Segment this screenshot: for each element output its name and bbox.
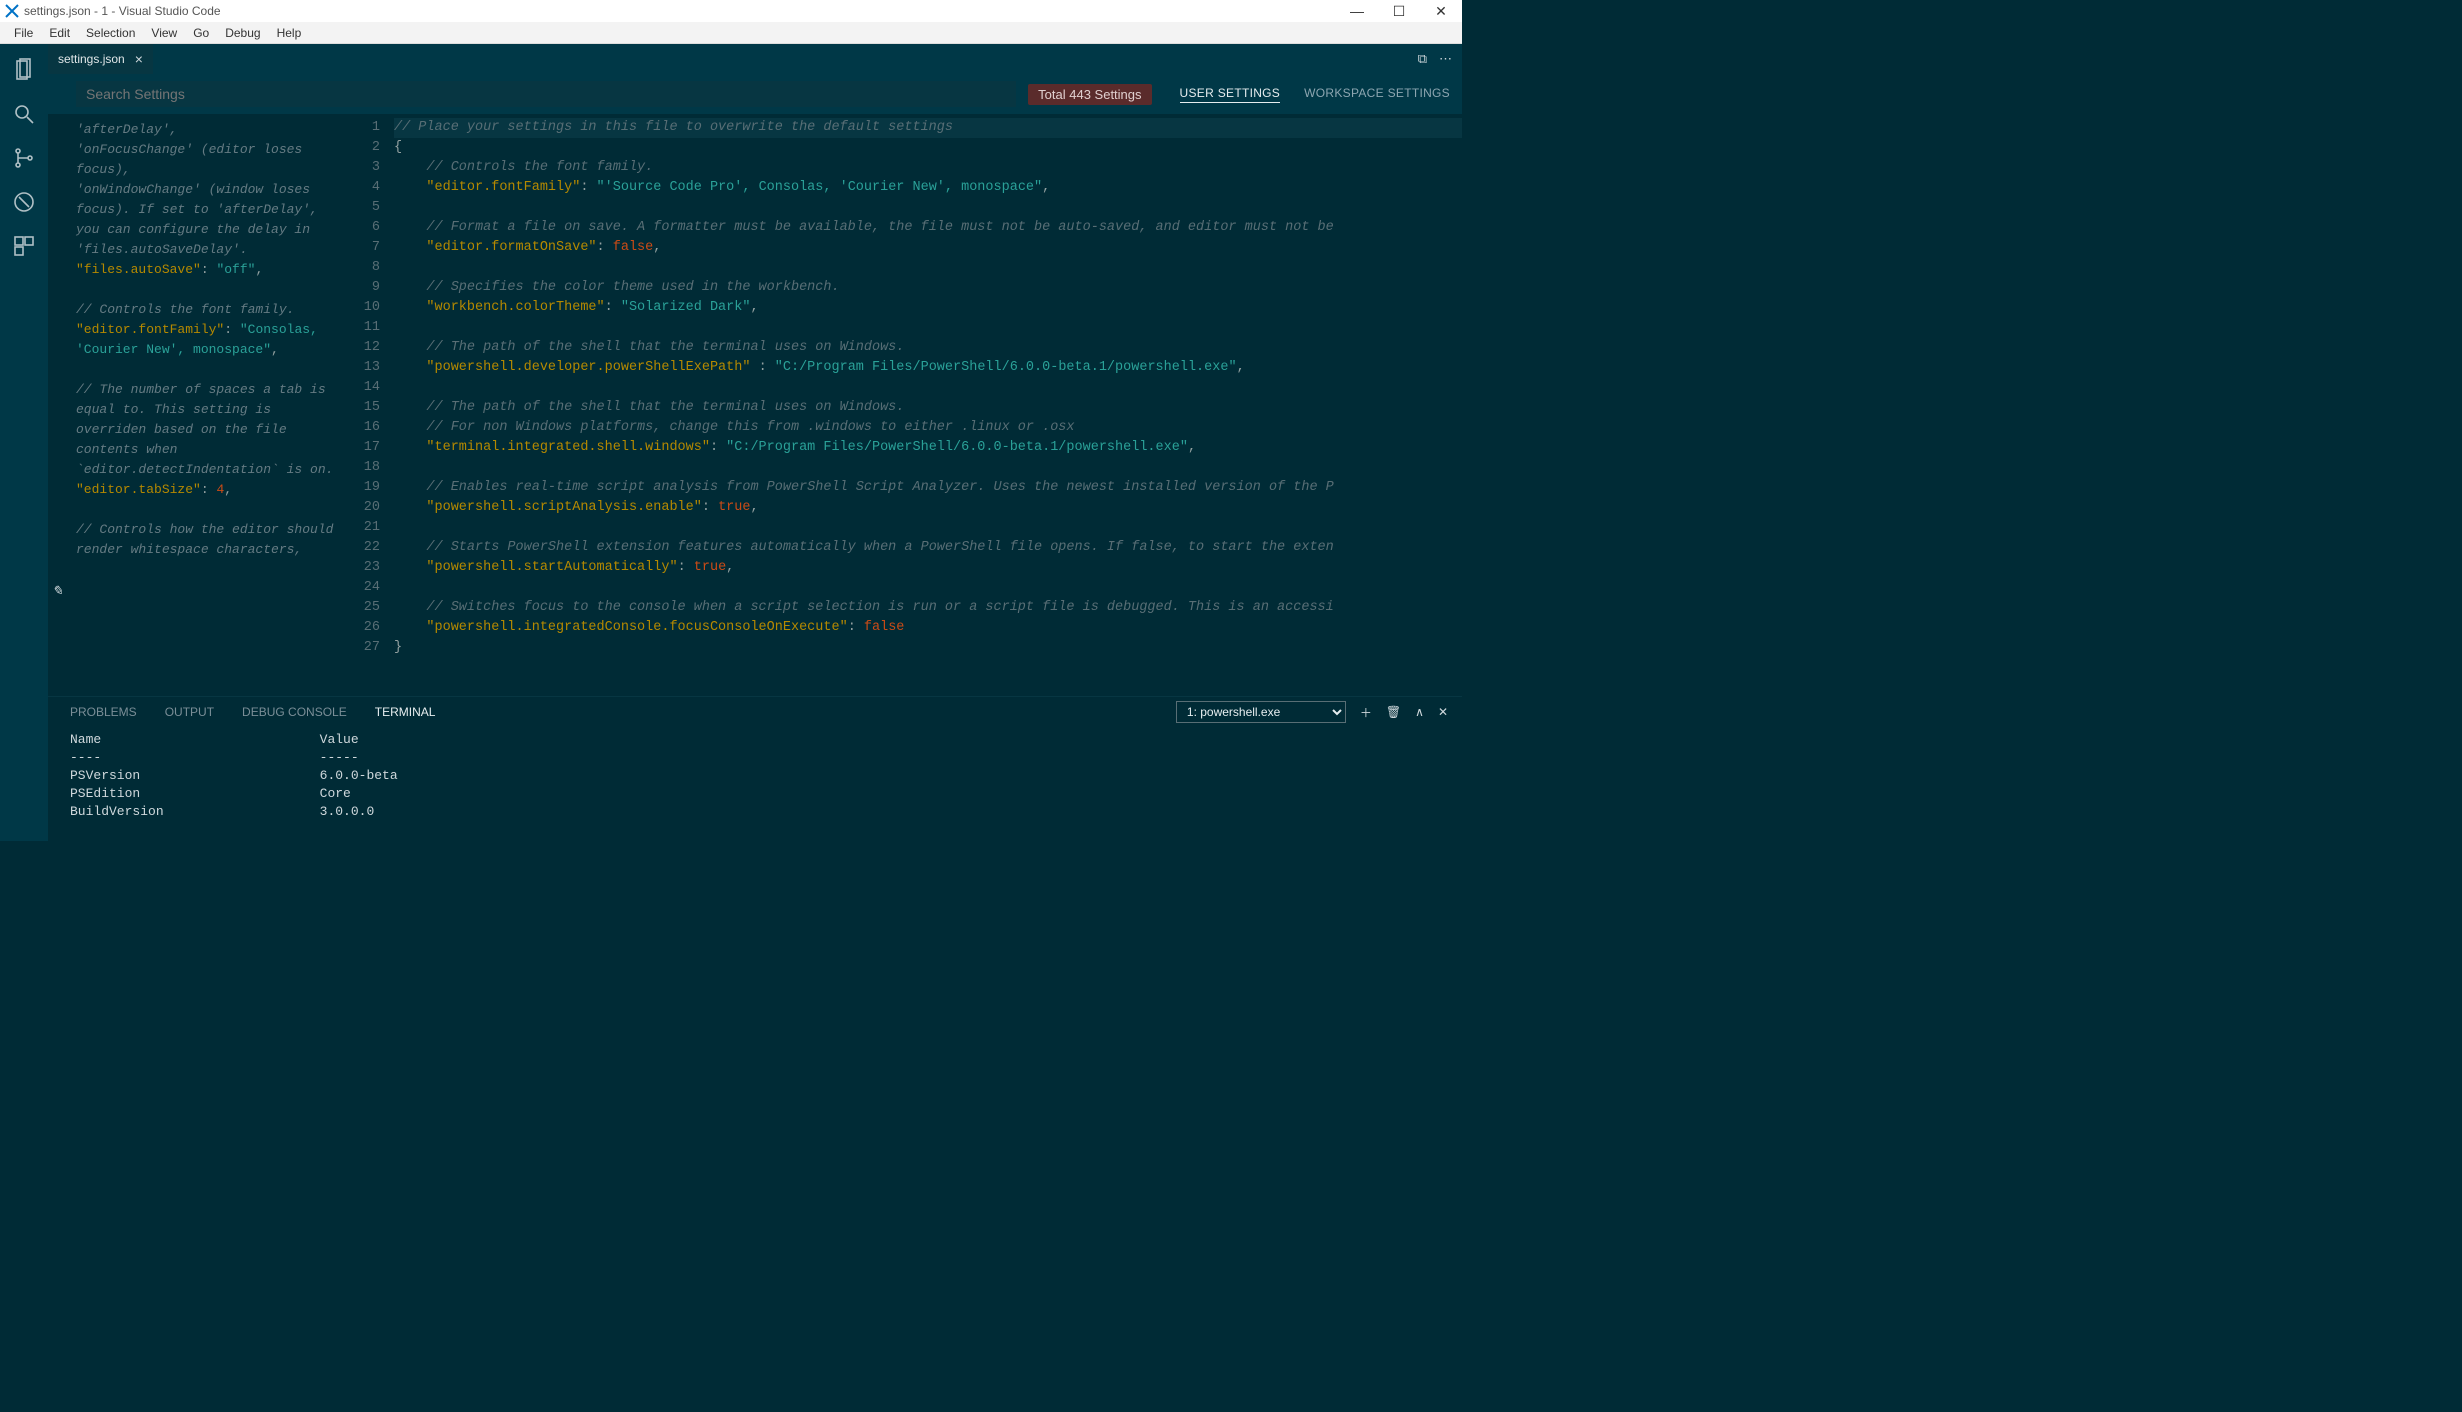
extensions-icon[interactable] [0, 226, 48, 266]
default-setting-line [76, 280, 340, 300]
edit-pencil-icon[interactable]: ✎ [52, 582, 63, 602]
code-line[interactable]: // For non Windows platforms, change thi… [394, 420, 1075, 435]
code-line[interactable]: "editor.formatOnSave": false, [394, 240, 661, 255]
debug-icon[interactable] [0, 182, 48, 222]
user-settings-editor[interactable]: 1 2 3 4 5 6 7 8 9 10 11 12 13 14 15 16 1… [348, 114, 1462, 696]
default-setting-line: "files.autoSave": "off", [76, 260, 340, 280]
new-terminal-icon[interactable]: ＋ [1360, 704, 1372, 721]
editor-tab-bar: settings.json × ⧉ ⋯ [48, 44, 1462, 74]
total-settings-badge: Total 443 Settings [1028, 84, 1151, 105]
minimize-button[interactable]: — [1336, 3, 1378, 20]
tab-user-settings[interactable]: USER SETTINGS [1180, 86, 1281, 103]
vscode-logo-icon [4, 3, 20, 19]
default-settings-pane[interactable]: ✎ 'afterDelay','onFocusChange' (editor l… [48, 114, 348, 696]
panel-tab-problems[interactable]: PROBLEMS [70, 705, 137, 719]
search-settings-input[interactable] [76, 81, 1016, 107]
code-line[interactable]: "terminal.integrated.shell.windows": "C:… [394, 440, 1196, 455]
menu-go[interactable]: Go [185, 26, 217, 40]
code-line[interactable]: // Format a file on save. A formatter mu… [394, 220, 1334, 235]
tab-label: settings.json [58, 52, 125, 66]
tab-close-icon[interactable]: × [135, 51, 143, 67]
panel-tabs: PROBLEMS OUTPUT DEBUG CONSOLE TERMINAL 1: p… [48, 697, 1462, 727]
menubar: FileEditSelectionViewGoDebugHelp [0, 22, 1462, 44]
default-setting-line: 'onFocusChange' (editor loses focus), [76, 140, 340, 180]
default-setting-line: // Controls the font family. [76, 300, 340, 320]
terminal-select[interactable]: 1: powershell.exe [1176, 701, 1346, 723]
close-panel-icon[interactable]: ✕ [1438, 705, 1448, 719]
code-line[interactable]: // The path of the shell that the termin… [394, 340, 904, 355]
tab-workspace-settings[interactable]: WORKSPACE SETTINGS [1304, 86, 1450, 103]
default-setting-line: "editor.tabSize": 4, [76, 480, 340, 500]
default-setting-line [76, 360, 340, 380]
default-setting-line: "editor.fontFamily": "Consolas, 'Courier… [76, 320, 340, 360]
menu-selection[interactable]: Selection [78, 26, 143, 40]
default-setting-line: // The number of spaces a tab is equal t… [76, 380, 340, 480]
titlebar: settings.json - 1 - Visual Studio Code —… [0, 0, 1462, 22]
default-setting-line: 'afterDelay', [76, 120, 340, 140]
code-line[interactable]: "powershell.integratedConsole.focusConso… [394, 620, 904, 635]
maximize-button[interactable]: ☐ [1378, 3, 1420, 20]
code-line[interactable]: // Specifies the color theme used in the… [394, 280, 840, 295]
code-line[interactable]: // Enables real-time script analysis fro… [394, 480, 1334, 495]
menu-debug[interactable]: Debug [217, 26, 268, 40]
panel-tab-output[interactable]: OUTPUT [165, 705, 214, 719]
bottom-panel: PROBLEMS OUTPUT DEBUG CONSOLE TERMINAL 1: p… [48, 696, 1462, 841]
settings-header: Total 443 Settings USER SETTINGS WORKSPA… [48, 74, 1462, 114]
terminal-output[interactable]: Name Value ---- ----- PSVersion 6.0.0-be… [48, 727, 1462, 841]
code-line[interactable]: // The path of the shell that the termin… [394, 400, 904, 415]
code-line[interactable]: "powershell.developer.powerShellExePath"… [394, 360, 1245, 375]
code-line[interactable]: // Controls the font family. [394, 160, 653, 175]
explorer-icon[interactable] [0, 50, 48, 90]
panel-tab-debug-console[interactable]: DEBUG CONSOLE [242, 705, 347, 719]
close-window-button[interactable]: ✕ [1420, 3, 1462, 20]
menu-file[interactable]: File [6, 26, 41, 40]
code-line[interactable]: } [394, 640, 402, 655]
split-editor-icon[interactable]: ⧉ [1418, 51, 1427, 67]
source-control-icon[interactable] [0, 138, 48, 178]
kill-terminal-icon[interactable]: 🗑 [1386, 705, 1401, 719]
default-setting-line: // Controls how the editor should render… [76, 520, 340, 560]
default-setting-line [76, 500, 340, 520]
code-line[interactable]: { [394, 140, 402, 155]
code-line[interactable]: "editor.fontFamily": "'Source Code Pro',… [394, 180, 1050, 195]
maximize-panel-icon[interactable]: ∧ [1415, 705, 1424, 719]
code-area[interactable]: // Place your settings in this file to o… [390, 114, 1462, 696]
more-actions-icon[interactable]: ⋯ [1439, 51, 1452, 67]
code-line[interactable]: "powershell.scriptAnalysis.enable": true… [394, 500, 759, 515]
code-line[interactable]: "powershell.startAutomatically": true, [394, 560, 734, 575]
menu-view[interactable]: View [143, 26, 185, 40]
search-icon[interactable] [0, 94, 48, 134]
code-line[interactable]: // Switches focus to the console when a … [394, 600, 1334, 615]
tab-settings-json[interactable]: settings.json × [48, 44, 153, 74]
menu-help[interactable]: Help [269, 26, 310, 40]
activity-bar [0, 44, 48, 841]
code-line[interactable]: // Place your settings in this file to o… [394, 118, 1462, 138]
menu-edit[interactable]: Edit [41, 26, 78, 40]
line-gutter: 1 2 3 4 5 6 7 8 9 10 11 12 13 14 15 16 1… [348, 114, 390, 696]
default-setting-line: 'onWindowChange' (window loses focus). I… [76, 180, 340, 260]
panel-tab-terminal[interactable]: TERMINAL [375, 705, 436, 719]
code-line[interactable]: "workbench.colorTheme": "Solarized Dark"… [394, 300, 759, 315]
code-line[interactable]: // Starts PowerShell extension features … [394, 540, 1334, 555]
window-title: settings.json - 1 - Visual Studio Code [24, 4, 221, 18]
